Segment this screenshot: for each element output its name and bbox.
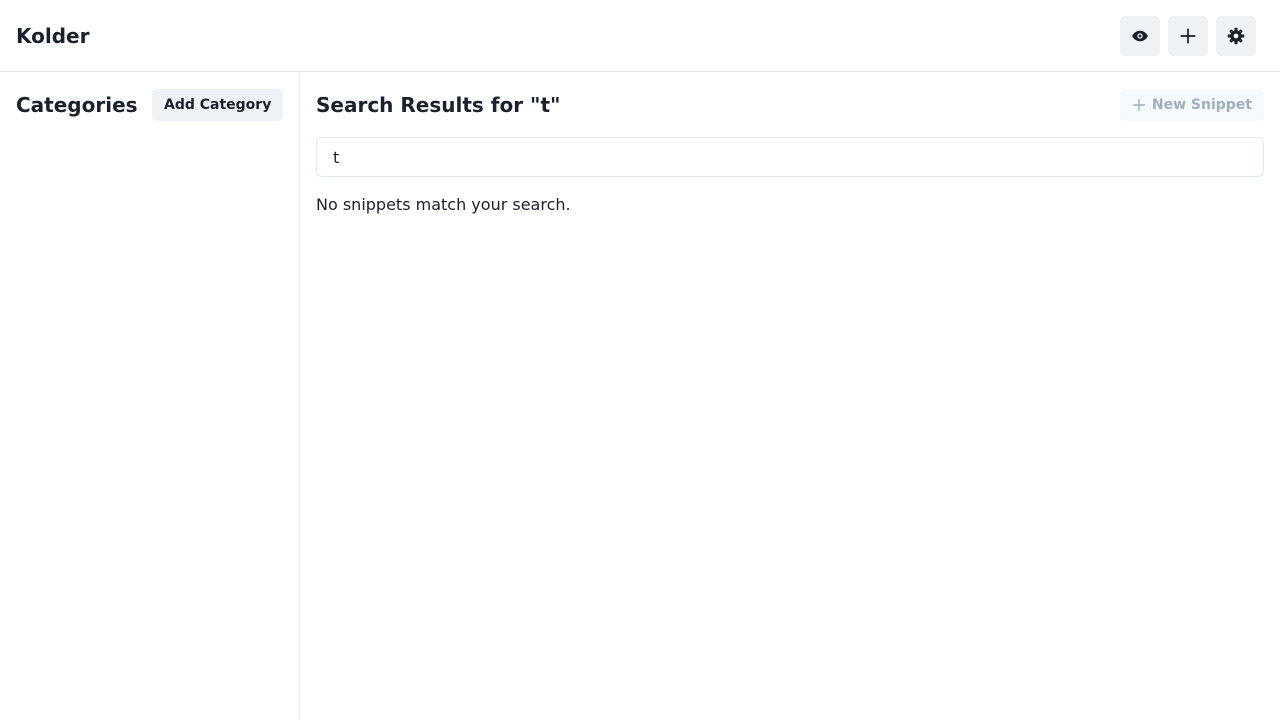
empty-results-message: No snippets match your search. xyxy=(316,195,571,214)
add-category-button[interactable]: Add Category xyxy=(152,89,284,121)
eye-icon xyxy=(1132,30,1148,42)
gear-icon xyxy=(1227,27,1245,45)
preview-button[interactable] xyxy=(1120,16,1160,56)
plus-icon xyxy=(1180,28,1196,44)
new-snippet-button[interactable]: New Snippet xyxy=(1119,89,1264,121)
sidebar xyxy=(0,73,300,720)
new-snippet-label: New Snippet xyxy=(1151,97,1252,113)
app-header: Kolder xyxy=(0,0,1280,72)
add-button[interactable] xyxy=(1168,16,1208,56)
search-results-title: Search Results for "t" xyxy=(316,93,561,117)
app-title: Kolder xyxy=(16,24,90,48)
settings-button[interactable] xyxy=(1216,16,1256,56)
header-actions xyxy=(1120,16,1256,56)
plus-icon xyxy=(1132,99,1145,111)
search-input[interactable] xyxy=(316,137,1264,177)
categories-heading: Categories xyxy=(16,93,138,117)
